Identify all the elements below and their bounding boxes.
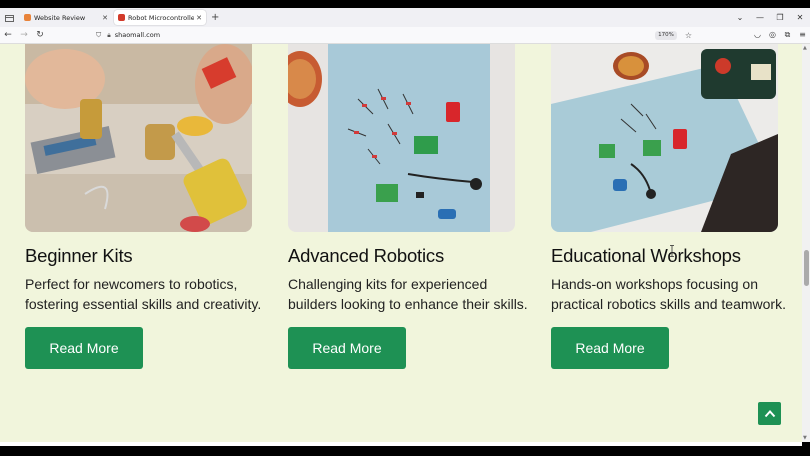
bottom-bar xyxy=(0,442,810,456)
close-window-icon[interactable]: ✕ xyxy=(790,13,810,22)
vertical-scrollbar[interactable]: ▲ ▼ xyxy=(802,44,810,442)
scrollbar-thumb[interactable] xyxy=(804,250,809,286)
card-title: Beginner Kits xyxy=(25,245,133,266)
card-description: Perfect for newcomers to robotics, foste… xyxy=(25,276,262,312)
menu-icon[interactable]: ≡ xyxy=(795,30,810,40)
minimize-icon[interactable]: — xyxy=(750,13,770,22)
tab-favicon-icon xyxy=(118,14,125,21)
chevron-up-icon xyxy=(764,410,775,418)
read-more-button[interactable]: Read More xyxy=(551,327,669,369)
back-arrow-icon[interactable]: ← xyxy=(0,30,16,40)
tab-list-icon[interactable] xyxy=(0,8,18,27)
bookmark-star-icon[interactable]: ☆ xyxy=(685,31,692,40)
restore-icon[interactable]: ❐ xyxy=(770,13,790,22)
chevron-down-icon[interactable]: ⌄ xyxy=(730,13,750,22)
card-description: Challenging kits for experienced builder… xyxy=(288,276,528,312)
card-advanced-robotics: Advanced Robotics Challenging kits for e… xyxy=(288,44,528,369)
back-to-top-button[interactable] xyxy=(758,402,781,425)
window-controls: ⌄ — ❐ ✕ xyxy=(730,13,810,22)
scroll-down-icon[interactable]: ▼ xyxy=(803,435,807,441)
scroll-up-icon[interactable]: ▲ xyxy=(803,45,807,51)
extensions-icon[interactable]: ⧉ xyxy=(780,30,795,40)
card-title: Advanced Robotics xyxy=(288,245,444,266)
card-educational-workshops: Educational Workshops Hands-on workshops… xyxy=(551,44,786,369)
forward-arrow-icon[interactable]: → xyxy=(16,30,32,40)
text-cursor-icon xyxy=(670,245,674,257)
educational-workshops-image xyxy=(551,44,778,232)
pocket-icon[interactable]: ◡ xyxy=(750,30,765,40)
horizontal-scroll-strip xyxy=(0,442,802,446)
close-icon[interactable]: ✕ xyxy=(102,14,108,22)
page-content: Beginner Kits Perfect for newcomers to r… xyxy=(0,44,802,442)
account-icon[interactable]: ◎ xyxy=(765,30,780,40)
tab-title: Website Review xyxy=(34,13,86,22)
new-tab-icon[interactable]: + xyxy=(211,12,219,23)
tab-robot-kits-shop[interactable]: Robot Microcontroller Kits Shop ✕ xyxy=(114,10,206,25)
shield-icon[interactable]: ⛉ xyxy=(96,31,101,40)
navigation-bar: ← → ↻ ⛉ 🔒︎ shaomall.com 170% ☆ ◡ ◎ ⧉ ≡ xyxy=(0,27,810,44)
tab-favicon-icon xyxy=(24,14,31,21)
tab-website-review[interactable]: Website Review ✕ xyxy=(20,10,112,25)
url-text[interactable]: shaomall.com xyxy=(115,31,160,39)
zoom-level[interactable]: 170% xyxy=(655,30,677,40)
tab-strip: Website Review ✕ Robot Microcontroller K… xyxy=(0,8,810,27)
address-bar[interactable]: ⛉ 🔒︎ shaomall.com 170% ☆ xyxy=(96,29,692,41)
tab-title: Robot Microcontroller Kits Shop xyxy=(128,13,195,22)
card-beginner-kits: Beginner Kits Perfect for newcomers to r… xyxy=(25,44,261,369)
lock-icon[interactable]: 🔒︎ xyxy=(107,31,110,40)
toolbar-right: ◡ ◎ ⧉ ≡ xyxy=(750,30,810,40)
beginner-kits-image xyxy=(25,44,252,232)
advanced-robotics-image xyxy=(288,44,515,232)
reload-icon[interactable]: ↻ xyxy=(32,30,48,40)
card-description: Hands-on workshops focusing on practical… xyxy=(551,276,786,312)
top-black-bar xyxy=(0,0,810,8)
card-title: Educational Workshops xyxy=(551,245,741,266)
close-icon[interactable]: ✕ xyxy=(196,14,202,22)
read-more-button[interactable]: Read More xyxy=(288,327,406,369)
read-more-button[interactable]: Read More xyxy=(25,327,143,369)
